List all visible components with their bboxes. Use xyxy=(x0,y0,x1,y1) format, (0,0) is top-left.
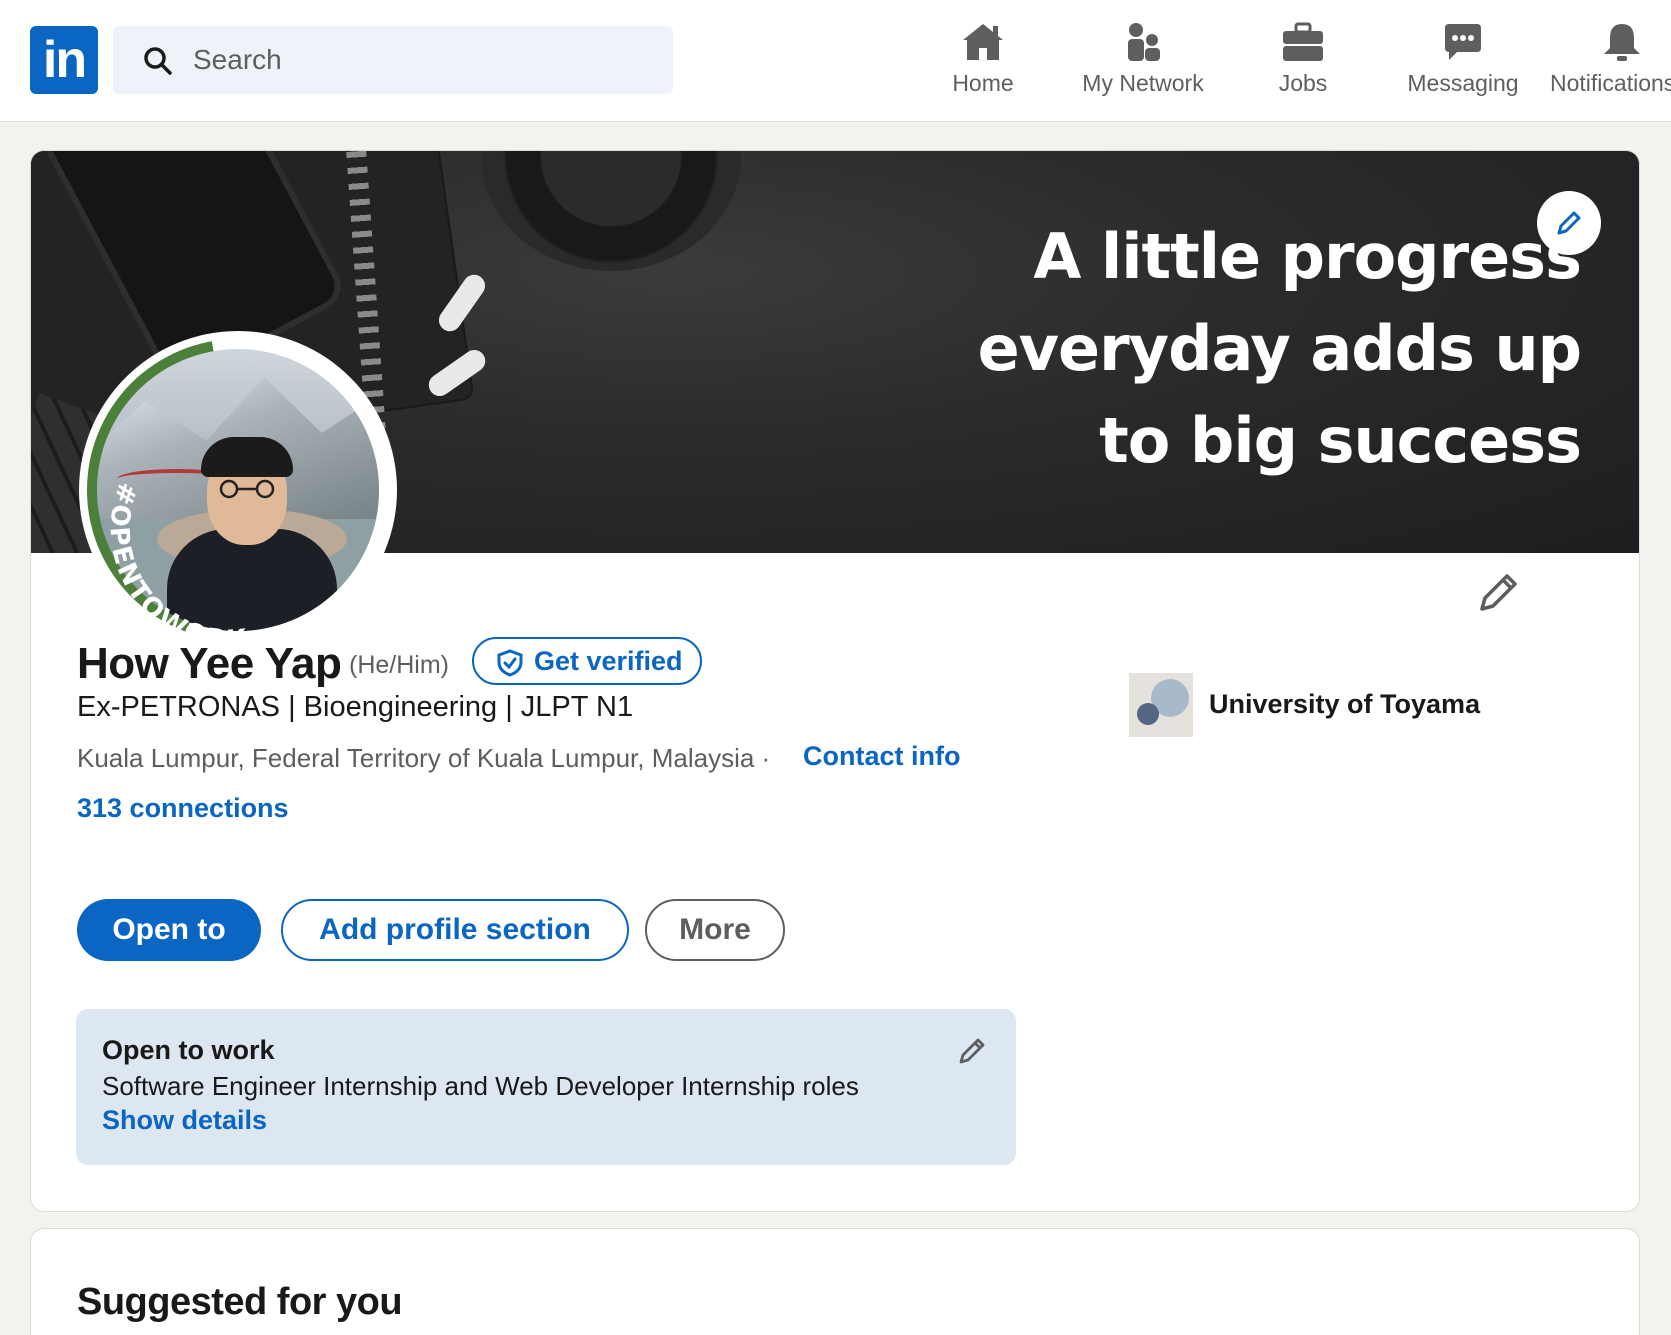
search-icon xyxy=(144,47,172,75)
profile-headline: Ex-PETRONAS | Bioengineering | JLPT N1 xyxy=(77,691,634,723)
show-details-link[interactable]: Show details xyxy=(102,1105,267,1136)
home-icon xyxy=(963,24,1003,60)
banner-quote-line: everyday adds up xyxy=(977,312,1582,385)
linkedin-logo[interactable]: in xyxy=(30,26,98,94)
open-to-work-card: Open to work Software Engineer Internshi… xyxy=(76,1009,1016,1165)
nav-home[interactable]: Home xyxy=(898,20,1068,110)
banner-quote: A little progress everyday adds up to bi… xyxy=(977,211,1582,487)
bell-icon xyxy=(1604,24,1640,61)
connections-link[interactable]: 313 connections xyxy=(77,793,289,824)
profile-avatar[interactable]: #OPENTOWORK xyxy=(79,331,397,649)
open-to-button[interactable]: Open to xyxy=(77,899,261,961)
nav-messaging[interactable]: Messaging xyxy=(1378,20,1548,110)
nav-notifications[interactable]: Notifications xyxy=(1538,20,1671,110)
nav-notifications-label: Notifications xyxy=(1550,70,1671,96)
banner-coffee-cup xyxy=(481,151,741,271)
nav-messaging-label: Messaging xyxy=(1407,70,1519,96)
nav-jobs[interactable]: Jobs xyxy=(1218,20,1388,110)
network-icon xyxy=(1128,23,1160,61)
education-name: University of Toyama xyxy=(1209,689,1481,719)
open-to-work-title: Open to work xyxy=(102,1035,275,1065)
get-verified-button[interactable]: Get verified xyxy=(472,637,702,685)
profile-card: A little progress everyday adds up to bi… xyxy=(30,150,1640,1212)
svg-text:#OPENTOWORK: #OPENTOWORK xyxy=(103,478,249,649)
edit-banner-button[interactable] xyxy=(1537,191,1601,255)
suggested-title: Suggested for you xyxy=(77,1281,403,1323)
nav-home-label: Home xyxy=(952,70,1014,96)
nav-my-network[interactable]: My Network xyxy=(1058,20,1228,110)
search-bar[interactable] xyxy=(113,26,673,94)
jobs-icon xyxy=(1283,22,1323,61)
messaging-icon xyxy=(1445,24,1481,60)
more-button[interactable]: More xyxy=(645,899,785,961)
search-input[interactable] xyxy=(193,26,653,94)
add-profile-section-button[interactable]: Add profile section xyxy=(281,899,629,961)
university-logo xyxy=(1129,673,1193,737)
edit-open-to-work-pencil-icon[interactable] xyxy=(956,1035,988,1067)
contact-info-link[interactable]: Contact info xyxy=(803,741,960,772)
banner-quote-line: A little progress xyxy=(1033,220,1582,293)
profile-pronouns: (He/Him) xyxy=(349,651,449,679)
nav-jobs-label: Jobs xyxy=(1278,70,1328,96)
profile-name: How Yee Yap xyxy=(77,639,342,688)
get-verified-label: Get verified xyxy=(534,646,683,676)
open-to-work-badge-text: #OPENTOWORK xyxy=(103,478,247,649)
open-to-work-badge: #OPENTOWORK xyxy=(103,478,249,649)
nav-my-network-label: My Network xyxy=(1082,70,1204,96)
open-to-work-description: Software Engineer Internship and Web Dev… xyxy=(102,1071,859,1101)
top-navbar: in Home My Network Jobs xyxy=(0,0,1671,122)
education-link[interactable]: University of Toyama xyxy=(1129,673,1569,743)
banner-quote-line: to big success xyxy=(1099,404,1582,477)
shield-check-icon xyxy=(497,649,523,677)
suggested-card: Suggested for you xyxy=(30,1228,1640,1335)
pencil-icon xyxy=(1557,211,1581,235)
edit-intro-pencil-icon[interactable] xyxy=(1474,569,1522,617)
profile-location: Kuala Lumpur, Federal Territory of Kuala… xyxy=(77,743,771,773)
